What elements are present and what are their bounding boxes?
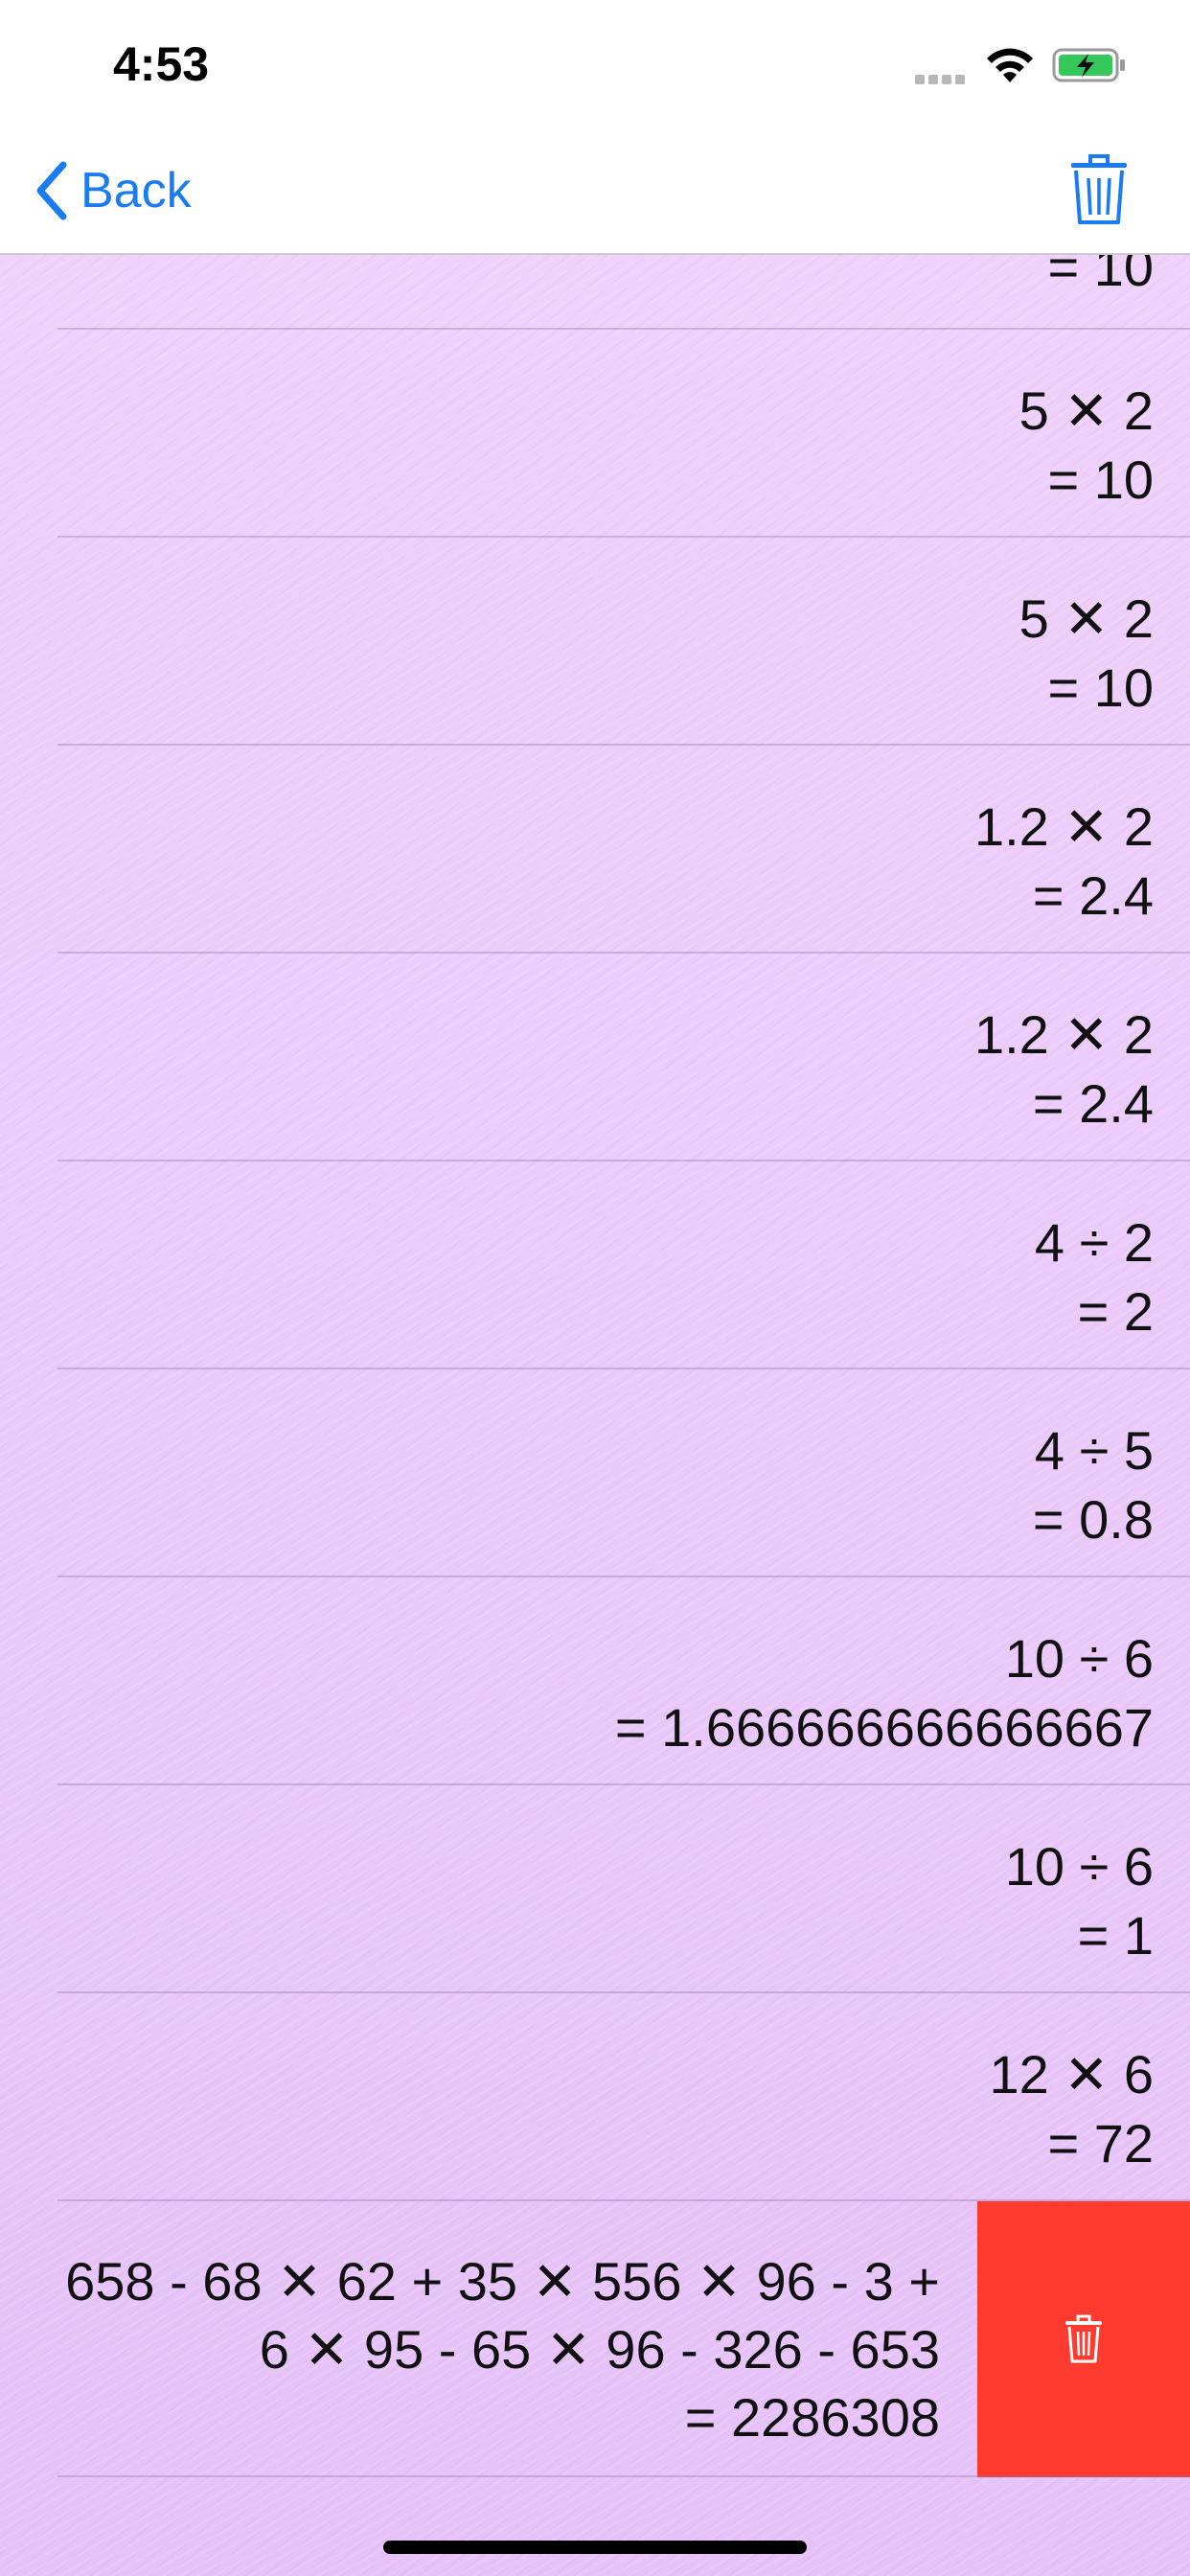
swiped-item-content: 658 - 68 ✕ 62 + 35 ✕ 556 ✕ 96 - 3 + 6 ✕ …: [65, 2247, 940, 2451]
row-divider: [57, 2475, 1190, 2477]
result-text: = 2286308: [684, 2387, 940, 2448]
back-button[interactable]: Back: [34, 159, 192, 222]
expression-text: 12 ✕ 6: [989, 2044, 1154, 2104]
swipe-delete-button[interactable]: [977, 2201, 1190, 2477]
expression-text: 5 ✕ 2: [1018, 380, 1154, 441]
trash-icon[interactable]: [1067, 151, 1131, 228]
navigation-bar: Back: [0, 126, 1190, 255]
expression-line: 658 - 68 ✕ 62 + 35 ✕ 556 ✕ 96 - 3 +: [65, 2251, 940, 2312]
expression-text: 4 ÷ 5: [1034, 1420, 1154, 1481]
list-item[interactable]: 1.2 ✕ 2 = 2.4: [0, 746, 1190, 954]
list-item[interactable]: 10 ÷ 6 = 1: [0, 1785, 1190, 1993]
expression-text: 1.2 ✕ 2: [973, 1004, 1154, 1065]
expression-text: 4 ÷ 2: [1034, 1212, 1154, 1273]
list-item[interactable]: 4 ÷ 5 = 0.8: [0, 1369, 1190, 1577]
result-text: = 1.666666666666667: [614, 1697, 1154, 1758]
wifi-icon: [987, 48, 1033, 82]
status-time: 4:53: [113, 37, 210, 91]
list-item[interactable]: 5 ✕ 2 = 10: [0, 330, 1190, 538]
expression-text: 5 ✕ 2: [1018, 588, 1154, 649]
result-text: = 2.4: [1032, 865, 1154, 926]
list-item[interactable]: 5 ✕ 2 = 10: [0, 538, 1190, 746]
trash-icon: [1065, 2314, 1102, 2363]
result-text: = 0.8: [1032, 1489, 1154, 1550]
back-label: Back: [80, 163, 192, 218]
result-text: = 2: [1077, 1281, 1154, 1342]
chevron-left-icon: [36, 161, 67, 220]
result-text: = 72: [1047, 2113, 1154, 2174]
expression-text: 10 ÷ 6: [1004, 1628, 1154, 1689]
result-text: = 2.4: [1032, 1073, 1154, 1134]
list-item[interactable]: = 10: [0, 255, 1190, 330]
expression-line: 6 ✕ 95 - 65 ✕ 96 - 326 - 653: [259, 2319, 940, 2380]
list-item[interactable]: 12 ✕ 6 = 72: [0, 1993, 1190, 2201]
list-item[interactable]: 4 ÷ 2 = 2: [0, 1162, 1190, 1369]
expression-text: 1.2 ✕ 2: [973, 796, 1154, 857]
list-item[interactable]: 1.2 ✕ 2 = 2.4: [0, 954, 1190, 1162]
result-text: = 1: [1077, 1905, 1154, 1966]
battery-charging-icon: [1052, 48, 1125, 82]
cellular-signal-icon: [915, 70, 969, 84]
home-indicator[interactable]: [383, 2541, 807, 2554]
history-list[interactable]: = 10 5 ✕ 2 = 10 5 ✕ 2 = 10 1.2 ✕ 2 = 2.4…: [0, 255, 1190, 2576]
status-bar: 4:53: [0, 0, 1190, 126]
expression-text: 10 ÷ 6: [1004, 1836, 1154, 1897]
result-text: = 10: [1047, 255, 1154, 297]
result-text: = 10: [1047, 657, 1154, 718]
list-item[interactable]: 10 ÷ 6 = 1.666666666666667: [0, 1577, 1190, 1785]
result-text: = 10: [1047, 449, 1154, 510]
swiped-list-item[interactable]: 658 - 68 ✕ 62 + 35 ✕ 556 ✕ 96 - 3 + 6 ✕ …: [0, 2201, 1190, 2477]
